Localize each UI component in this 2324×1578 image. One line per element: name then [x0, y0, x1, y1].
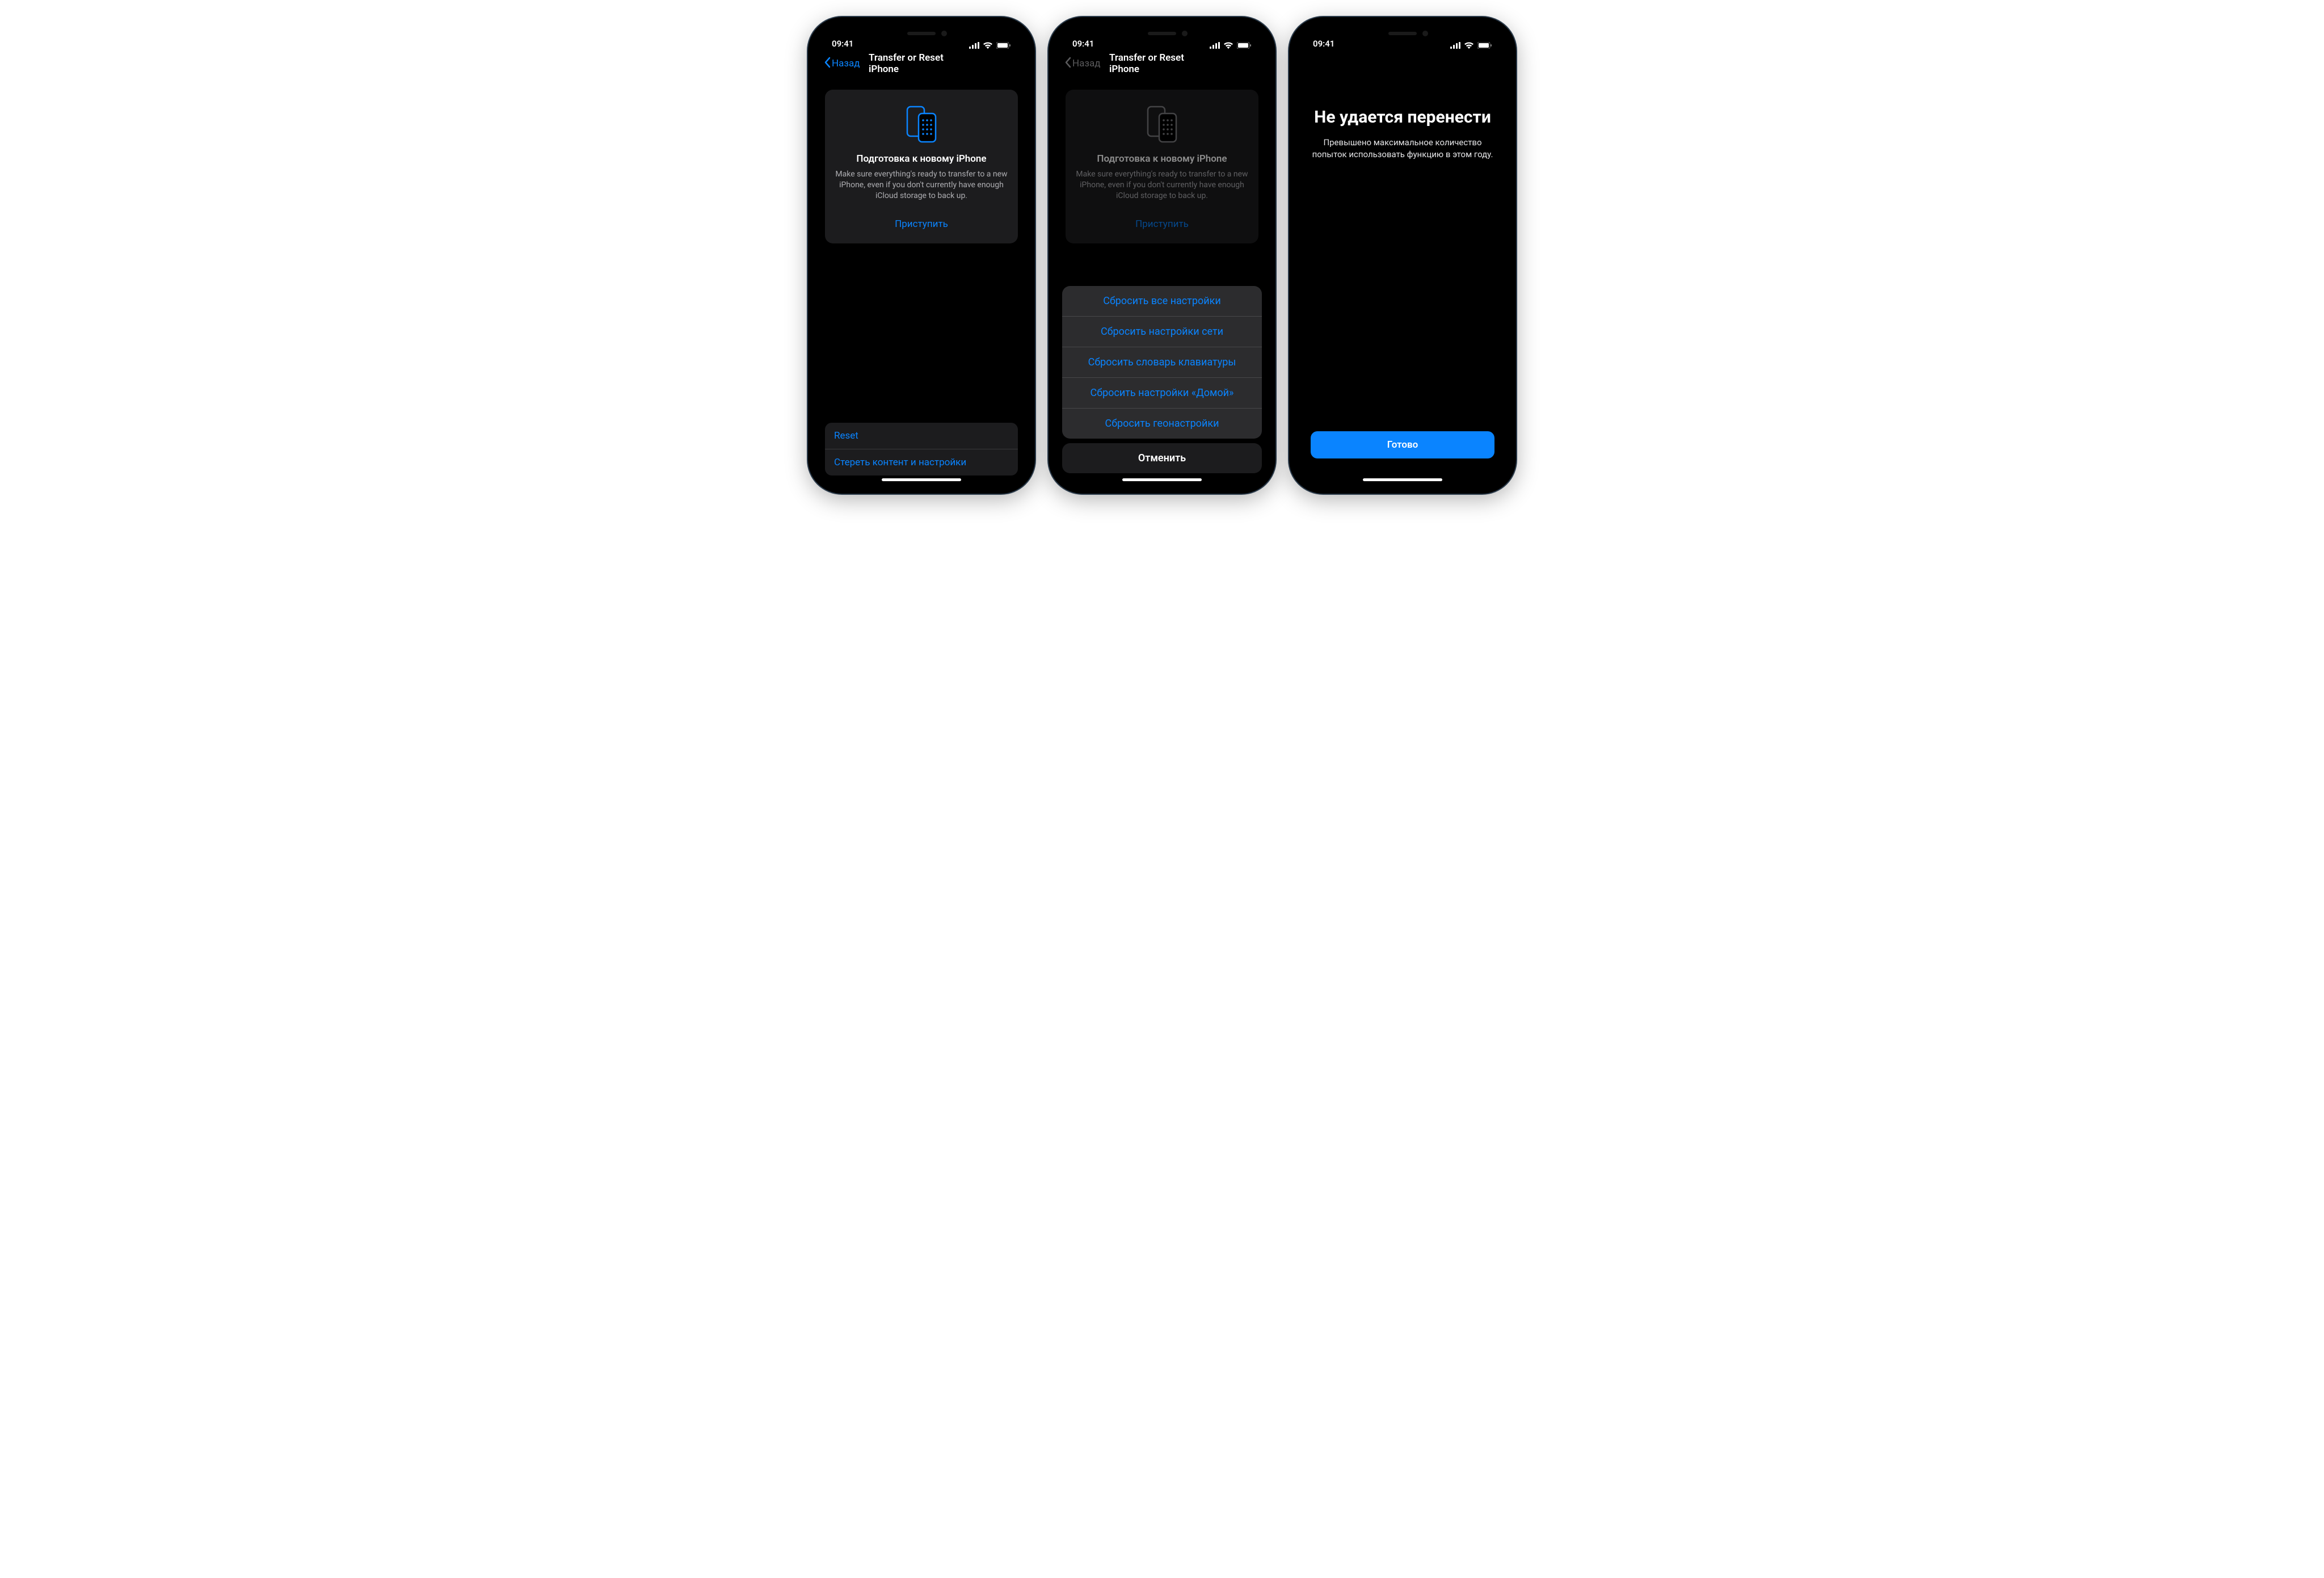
chevron-left-icon: [824, 57, 831, 71]
cellular-signal-icon: [969, 42, 979, 49]
screen-3: 09:41 Не удается перенести Превышено мак…: [1297, 25, 1508, 486]
reset-location-privacy[interactable]: Сбросить геонастройки: [1062, 408, 1262, 439]
action-sheet-cancel[interactable]: Отменить: [1062, 443, 1262, 473]
notch: [873, 25, 970, 42]
battery-icon: [996, 42, 1011, 49]
nav-bar: Назад Transfer or Reset iPhone: [816, 51, 1027, 76]
phone-frame-1: 09:41 Назад Transfer or Reset iP: [808, 17, 1035, 494]
reset-list: Reset Стереть контент и настройки: [825, 423, 1018, 475]
wifi-icon: [983, 42, 993, 49]
home-indicator[interactable]: [1122, 478, 1202, 481]
done-button[interactable]: Готово: [1311, 431, 1494, 458]
get-started-button[interactable]: Приступить: [835, 215, 1008, 233]
battery-icon: [1477, 42, 1492, 49]
reset-keyboard-dictionary[interactable]: Сбросить словарь клавиатуры: [1062, 347, 1262, 377]
card-description: Make sure everything's ready to transfer…: [835, 169, 1008, 201]
cannot-transfer-modal: Не удается перенести Превышено максималь…: [1297, 51, 1508, 486]
reset-all-settings[interactable]: Сбросить все настройки: [1062, 286, 1262, 316]
erase-item[interactable]: Стереть контент и настройки: [825, 449, 1018, 475]
phone-frame-2: 09:41 Назад Transfer or Reset iP: [1049, 17, 1275, 494]
content-area: Подготовка к новому iPhone Make sure eve…: [816, 76, 1027, 486]
status-time: 09:41: [832, 39, 853, 49]
prepare-card: Подготовка к новому iPhone Make sure eve…: [825, 90, 1018, 243]
status-right: [1450, 42, 1492, 49]
reset-network-settings[interactable]: Сбросить настройки сети: [1062, 316, 1262, 347]
modal-title: Не удается перенести: [1311, 108, 1494, 128]
status-right: [969, 42, 1011, 49]
reset-home-layout[interactable]: Сбросить настройки «Домой»: [1062, 377, 1262, 408]
reset-item[interactable]: Reset: [825, 423, 1018, 449]
back-label: Назад: [832, 58, 860, 69]
back-button[interactable]: Назад: [820, 54, 864, 73]
modal-description: Превышено максимальное количество попыто…: [1311, 137, 1494, 161]
home-indicator[interactable]: [1363, 478, 1442, 481]
home-indicator[interactable]: [882, 478, 961, 481]
action-sheet: Сбросить все настройки Сбросить настройк…: [1056, 25, 1268, 486]
transfer-devices-icon: [902, 106, 941, 143]
phone-frame-3: 09:41 Не удается перенести Превышено мак…: [1289, 17, 1516, 494]
notch: [1354, 25, 1451, 42]
card-title: Подготовка к новому iPhone: [835, 153, 1008, 165]
screen-2: 09:41 Назад Transfer or Reset iP: [1056, 25, 1268, 486]
action-sheet-group: Сбросить все настройки Сбросить настройк…: [1062, 286, 1262, 439]
nav-title: Transfer or Reset iPhone: [869, 52, 974, 75]
status-time: 09:41: [1313, 39, 1334, 49]
screen-1: 09:41 Назад Transfer or Reset iP: [816, 25, 1027, 486]
notch: [1114, 25, 1210, 42]
wifi-icon: [1464, 42, 1474, 49]
cellular-signal-icon: [1450, 42, 1460, 49]
